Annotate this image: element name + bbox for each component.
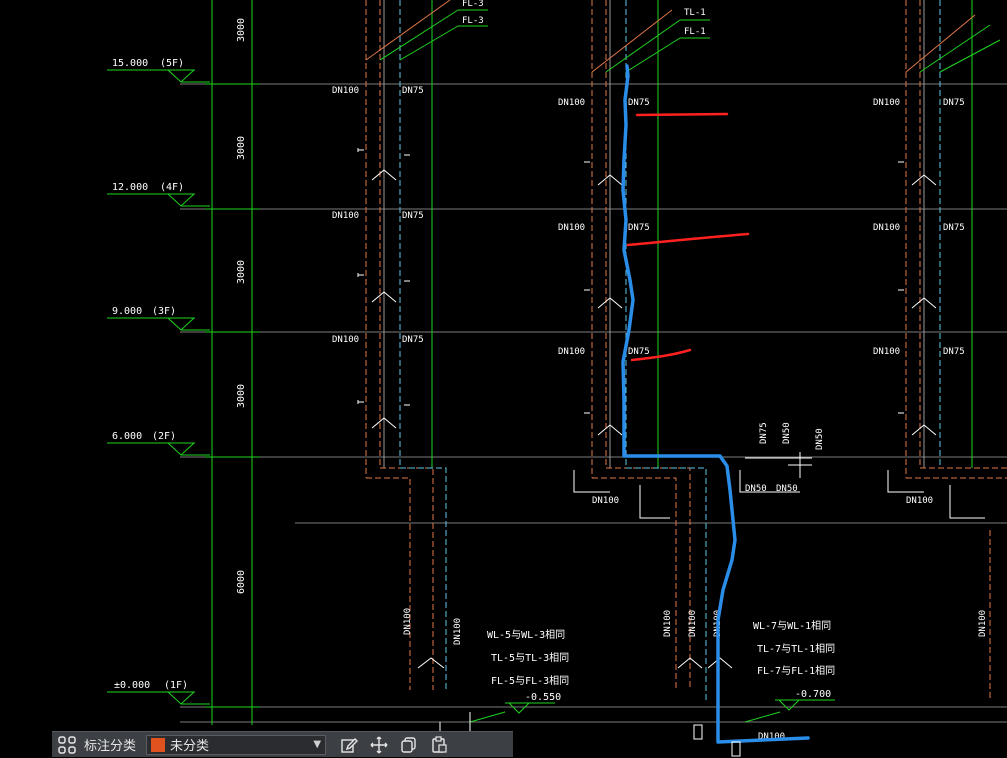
- move-icon[interactable]: [364, 732, 394, 758]
- note-line: TL-5与TL-3相同: [491, 651, 569, 664]
- note-line: WL-5与WL-3相同: [487, 628, 565, 641]
- cad-drawing-canvas[interactable]: 3000 3000 3000 3000 6000 15.000 (5F) 12.…: [0, 0, 1007, 757]
- pipe-label: DN75: [943, 347, 965, 357]
- pipe-label: DN75: [628, 98, 650, 108]
- pipe-label: DN75: [759, 422, 769, 444]
- riser-tag: TL-1: [684, 8, 706, 18]
- category-value: 未分类: [170, 739, 210, 754]
- category-color-swatch: [151, 737, 166, 752]
- copy-icon[interactable]: [394, 732, 424, 758]
- pipe-label: DN100: [906, 496, 933, 506]
- pipe-label: DN50: [815, 428, 825, 450]
- span-label: 6000: [236, 570, 247, 594]
- pipe-label: DN100: [873, 223, 900, 233]
- level-elevation: 12.000: [112, 182, 148, 193]
- pipe-label: DN75: [402, 335, 424, 345]
- note-line: WL-7与WL-1相同: [753, 619, 831, 632]
- pipe-label: DN100: [558, 223, 585, 233]
- level-floor: (3F): [152, 306, 176, 317]
- pipe-label: DN75: [628, 223, 650, 233]
- pipe-label: DN100: [332, 211, 359, 221]
- span-label: 3000: [236, 136, 247, 160]
- pipe-label: DN100: [558, 98, 585, 108]
- category-label: 标注分类: [84, 739, 137, 754]
- pipe-label: DN100: [332, 86, 359, 96]
- pipe-label: DN100: [663, 610, 673, 637]
- span-label: 3000: [236, 384, 247, 408]
- pipe-label: DN100: [978, 610, 988, 637]
- pipe-label: DN75: [402, 211, 424, 221]
- pipe-label: DN75: [943, 98, 965, 108]
- note-line: FL-7与FL-1相同: [757, 664, 835, 677]
- grid-icon[interactable]: [52, 732, 82, 758]
- level-floor: (4F): [160, 182, 184, 193]
- pipe-label: DN75: [628, 347, 650, 357]
- level-floor: (1F): [164, 680, 188, 691]
- ground-elevation: -0.700: [795, 689, 831, 700]
- chevron-down-icon: ▼: [313, 739, 322, 750]
- span-label: 3000: [236, 260, 247, 284]
- pipe-label: DN100: [403, 608, 413, 635]
- pipe-label: DN50: [782, 422, 792, 444]
- riser-tag: FL-3: [462, 0, 484, 9]
- riser-tag: FL-1: [684, 27, 706, 37]
- pipe-label: DN100: [688, 610, 698, 637]
- pipe-label: DN100: [453, 618, 463, 645]
- pipe-label: DN75: [402, 86, 424, 96]
- pipe-label: DN75: [943, 223, 965, 233]
- note-line: FL-5与FL-3相同: [491, 674, 569, 687]
- note-line: TL-7与TL-1相同: [757, 642, 835, 655]
- annotation-toolbar: 标注分类 未分类 ▼: [52, 731, 513, 757]
- pipe-label: DN100: [873, 347, 900, 357]
- level-elevation: 9.000: [112, 306, 142, 317]
- paste-icon[interactable]: [424, 732, 454, 758]
- level-elevation: ±0.000: [114, 680, 150, 691]
- level-elevation: 6.000: [112, 431, 142, 442]
- pipe-label: DN100: [873, 98, 900, 108]
- edit-icon[interactable]: [334, 732, 364, 758]
- category-dropdown[interactable]: 未分类 ▼: [146, 734, 327, 755]
- pipe-label: DN100: [592, 496, 619, 506]
- span-label: 3000: [236, 18, 247, 42]
- ground-elevation: -0.550: [525, 692, 561, 703]
- level-floor: (2F): [152, 431, 176, 442]
- level-floor: (5F): [160, 58, 184, 69]
- level-elevation: 15.000: [112, 58, 148, 69]
- pipe-label: DN100: [332, 335, 359, 345]
- riser-tag: FL-3: [462, 16, 484, 26]
- pipe-label: DN100: [558, 347, 585, 357]
